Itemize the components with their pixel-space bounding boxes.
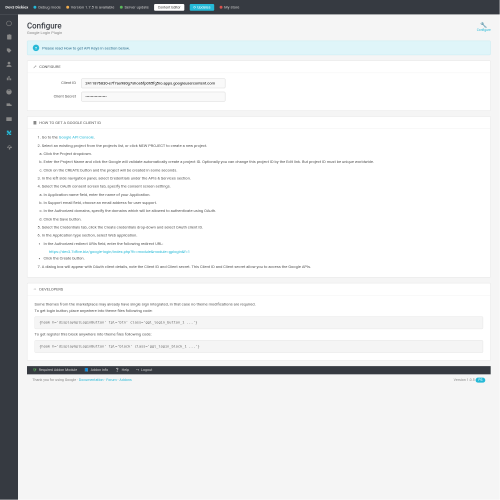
topbar: Dev3 Dickiex Debug mode Version 1.7.5 is… bbox=[0, 0, 500, 14]
brand[interactable]: Dev3 Dickiex bbox=[5, 5, 28, 10]
footer-bar: 🛡Required Addon Module 📘 Addon info ❔ He… bbox=[27, 366, 491, 374]
code-icon bbox=[33, 287, 37, 291]
page-title: Configure bbox=[27, 22, 62, 31]
page-header: Configure Google Login Plugin 🔧 Configur… bbox=[27, 22, 491, 36]
sidebar-world[interactable] bbox=[4, 86, 15, 97]
clipboard-icon bbox=[6, 34, 12, 40]
client-id-input[interactable] bbox=[81, 78, 225, 88]
info-bar: ? Please read How to get API Keys in sec… bbox=[27, 41, 491, 55]
dev-text: To get register this block anywhere into… bbox=[35, 331, 484, 338]
api-console-link[interactable]: Google API Console bbox=[59, 135, 94, 140]
panel-header: Developers bbox=[27, 283, 490, 295]
wrench-icon bbox=[33, 65, 37, 69]
version-available[interactable]: Version 1.7.5 is available bbox=[66, 5, 114, 10]
sidebar-gear[interactable] bbox=[4, 141, 15, 152]
code-block: {hook h='displayGplLoginButton' tpl='btn… bbox=[35, 316, 484, 329]
substep-item: In Application name field, enter the nam… bbox=[44, 191, 484, 198]
dot-icon bbox=[66, 6, 69, 9]
sidebar-catalog[interactable] bbox=[4, 45, 15, 56]
shield-icon: 🛡 bbox=[32, 368, 37, 372]
dot-icon bbox=[219, 6, 222, 9]
footer-item[interactable]: 📘 Addon info bbox=[84, 368, 108, 372]
panel-header: Configure bbox=[27, 61, 490, 73]
book-icon bbox=[33, 120, 37, 124]
redirect-url-link[interactable]: https://dev3.7dfive.biz/google-login/ind… bbox=[49, 249, 190, 254]
content: Configure Google Login Plugin 🔧 Configur… bbox=[18, 14, 500, 499]
sidebar-customers[interactable] bbox=[4, 59, 15, 70]
panel-header: How to get a Google Client ID bbox=[27, 117, 490, 129]
sidebar-stats[interactable] bbox=[4, 73, 15, 84]
bullet-item: Click the Create button. bbox=[44, 255, 484, 262]
my-store[interactable]: My store bbox=[219, 5, 239, 10]
globe-icon bbox=[6, 89, 12, 95]
substep-item: Enter the Project Name and click the Goo… bbox=[44, 159, 484, 166]
step-item: Go to the Google API Console. bbox=[42, 134, 483, 141]
client-secret-label: Client Secret bbox=[35, 93, 82, 100]
updates-button[interactable]: ⟳ Updates bbox=[190, 4, 214, 11]
debug-mode[interactable]: Debug mode bbox=[34, 5, 61, 10]
dev-panel: Developers Some themes from the marketpl… bbox=[27, 283, 491, 361]
gauge-icon bbox=[6, 20, 12, 26]
substep-item: Click on the CREATE button and the proje… bbox=[44, 167, 484, 174]
sidebar-orders[interactable] bbox=[4, 32, 15, 43]
gear-icon bbox=[6, 143, 12, 149]
step-item: Select an existing project from the proj… bbox=[42, 142, 483, 149]
configure-tool[interactable]: 🔧 Configure bbox=[477, 22, 491, 32]
step-item: In the left side navigation panel, selec… bbox=[42, 175, 483, 182]
puzzle-icon bbox=[6, 130, 12, 136]
footer-item[interactable]: ❔ Help bbox=[115, 368, 129, 372]
dev-text: To get login button, place anywhere into… bbox=[35, 308, 484, 315]
sidebar-truck[interactable] bbox=[4, 100, 15, 111]
dot-icon bbox=[34, 6, 37, 9]
sidebar-modules[interactable] bbox=[4, 127, 15, 138]
content-editor-button[interactable]: Content Editor bbox=[154, 4, 184, 11]
substep-item: Click the Project dropdown. bbox=[44, 151, 484, 158]
sidebar bbox=[0, 14, 18, 499]
bullet-item: In the Authorized redirect URIs field, e… bbox=[44, 240, 484, 247]
step-item: Select the Credentials tab, click the Cr… bbox=[42, 224, 483, 231]
user-icon bbox=[6, 61, 12, 67]
question-icon: ? bbox=[33, 45, 39, 51]
code-block: {hook h='displayGplLoginButton' tpl='blo… bbox=[35, 340, 484, 353]
sidebar-payment[interactable] bbox=[4, 114, 15, 125]
dot-icon bbox=[120, 6, 123, 9]
truck-icon bbox=[6, 102, 12, 108]
server-update[interactable]: Server update bbox=[120, 5, 149, 10]
step-item: In the Application type section, select … bbox=[42, 232, 483, 239]
stats-icon bbox=[6, 75, 12, 81]
step-item: A dialog box will appear with OAuth clie… bbox=[42, 264, 483, 271]
tag-icon bbox=[6, 48, 12, 54]
sidebar-dashboard[interactable] bbox=[4, 18, 15, 29]
client-id-label: Client ID bbox=[35, 80, 82, 87]
wrench-icon: 🔧 bbox=[480, 22, 487, 29]
bottom-links[interactable]: Documentation - Forum - Addons bbox=[79, 378, 132, 382]
substep-item: In Support email field, choose an email … bbox=[44, 200, 484, 207]
substep-item: Click the Save button. bbox=[44, 216, 484, 223]
substep-item: In the Authorized domains, specify the d… bbox=[44, 208, 484, 215]
step-item: Select the OAuth consent screen tab, spe… bbox=[42, 183, 483, 190]
dev-text: Some themes from the marketplace may alr… bbox=[35, 301, 484, 308]
client-secret-input[interactable] bbox=[81, 92, 225, 102]
bottom-bar: Thank you for using Google · Documentati… bbox=[27, 374, 491, 385]
card-icon bbox=[6, 116, 12, 122]
version-badge: PS bbox=[476, 378, 486, 383]
footer-item[interactable]: ↪ Logout bbox=[136, 368, 152, 372]
footer-module[interactable]: 🛡Required Addon Module bbox=[32, 368, 77, 372]
configure-panel: Configure Client ID Client Secret bbox=[27, 60, 491, 110]
page-subtitle: Google Login Plugin bbox=[27, 31, 62, 36]
howto-panel: How to get a Google Client ID Go to the … bbox=[27, 116, 491, 277]
